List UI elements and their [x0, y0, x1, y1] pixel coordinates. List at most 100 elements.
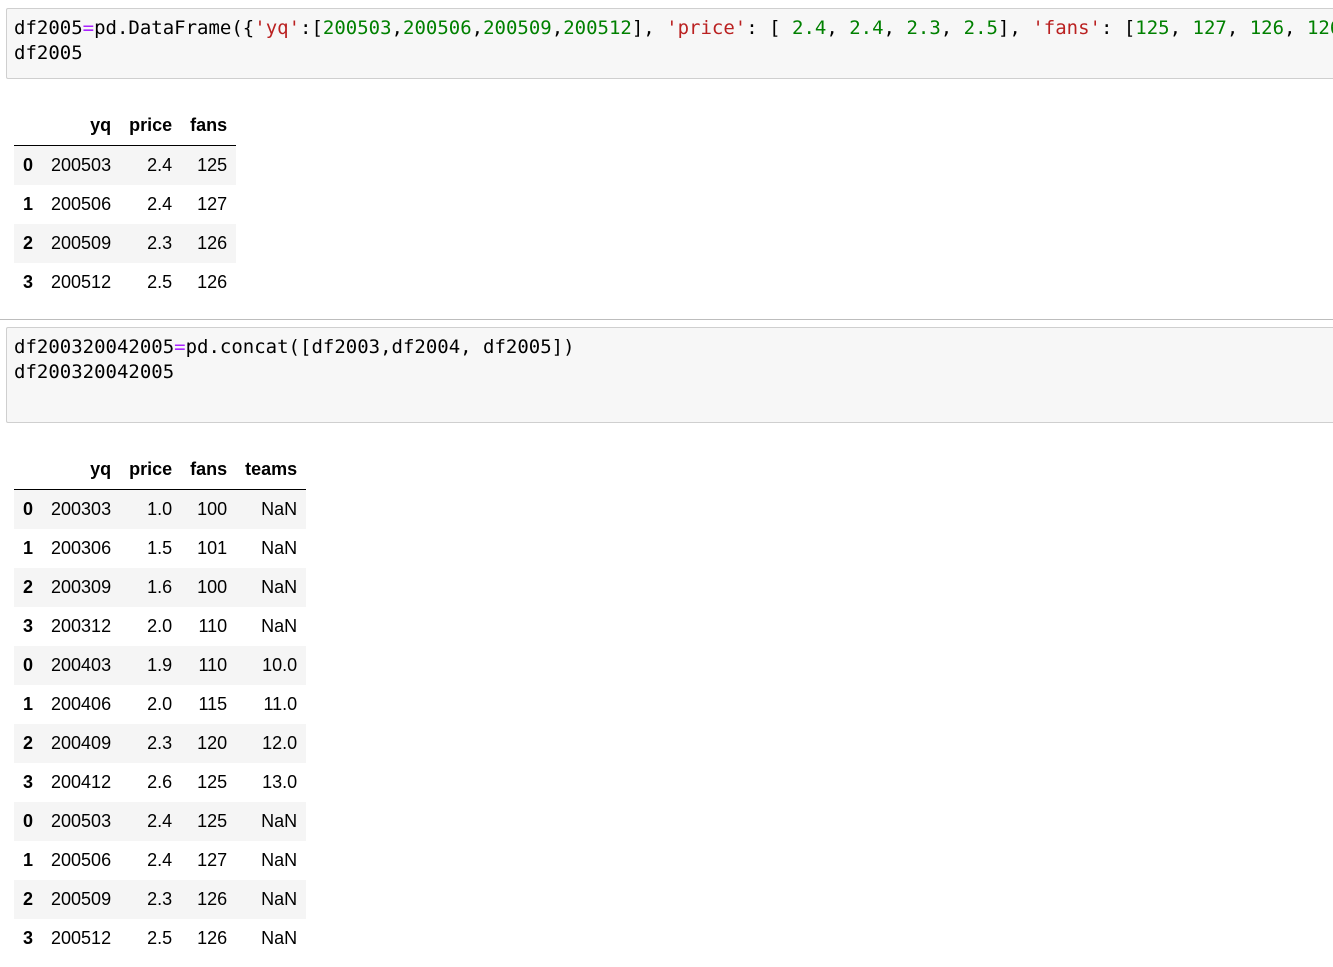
- table-cell: 200303: [51, 499, 112, 519]
- table-cell: 2.3: [147, 889, 173, 909]
- code-line: df2005=pd.DataFrame({'yq':[200503,200506…: [14, 17, 1333, 39]
- dataframe-output-concat: yq price fans teams 0 200303 1.0 100 NaN 1 200306…: [14, 450, 307, 958]
- row-index: 2: [23, 889, 34, 909]
- table-cell: NaN: [261, 889, 298, 909]
- table-cell: 1.0: [147, 499, 173, 519]
- code-token: ,: [883, 17, 907, 39]
- table-row: 1 200506 2.4 127: [14, 185, 236, 224]
- table-row: 2 200509 2.3 126 NaN: [14, 880, 307, 919]
- code-token: ],: [631, 17, 667, 39]
- table-cell: 200509: [51, 233, 112, 253]
- table-cell: 2.5: [147, 928, 173, 948]
- code-editor[interactable]: df200320042005=pd.concat([df2003,df2004,…: [7, 328, 1333, 385]
- code-token: 200503: [322, 17, 392, 39]
- code-token: =: [82, 17, 95, 39]
- table-cell: 200509: [51, 889, 112, 909]
- row-index: 3: [23, 772, 34, 792]
- code-cell-concat[interactable]: df200320042005=pd.concat([df2003,df2004,…: [6, 327, 1333, 423]
- table-cell: 2.5: [147, 272, 173, 292]
- table-row: 2 200309 1.6 100 NaN: [14, 568, 307, 607]
- code-token: ,: [1226, 17, 1250, 39]
- column-header: teams: [236, 450, 307, 490]
- table-cell: 13.0: [262, 772, 298, 792]
- table-cell: 200312: [51, 616, 112, 636]
- column-header: price: [120, 450, 182, 490]
- table-cell: 2.3: [147, 733, 173, 753]
- table-row: 1 200406 2.0 115 11.0: [14, 685, 306, 724]
- code-token: 200512: [563, 17, 632, 39]
- index-header: [14, 106, 43, 146]
- table-row: 2 200409 2.3 120 12.0: [14, 724, 307, 763]
- table-cell: 110: [198, 616, 228, 636]
- table-cell: 12.0: [262, 733, 298, 753]
- code-token: ],: [997, 17, 1033, 39]
- table-cell: 125: [197, 772, 228, 792]
- table-cell: 110: [198, 655, 228, 675]
- code-token: ,: [826, 17, 850, 39]
- table-cell: 1.9: [147, 655, 173, 675]
- table-cell: 200403: [51, 655, 112, 675]
- code-cell-df2005[interactable]: df2005=pd.DataFrame({'yq':[200503,200506…: [6, 8, 1333, 79]
- column-header: price: [120, 106, 182, 146]
- table-row: 3 200312 2.0 110 NaN: [14, 607, 306, 646]
- cell-divider: [0, 319, 1333, 320]
- table-cell: 200512: [51, 928, 112, 948]
- table-row: 0 200303 1.0 100 NaN: [14, 489, 307, 529]
- table-cell: NaN: [261, 616, 298, 636]
- table-header-row: yq price fans teams: [14, 450, 307, 490]
- code-token: pd.concat([df2003,df2004, df2005]): [185, 336, 575, 358]
- row-index: 1: [23, 694, 34, 714]
- table-cell: 115: [198, 694, 228, 714]
- row-index: 1: [23, 850, 34, 870]
- row-index: 3: [23, 616, 34, 636]
- code-token: ,: [940, 17, 964, 39]
- table-cell: 200409: [51, 733, 112, 753]
- row-index: 0: [23, 811, 34, 831]
- code-token: df200320042005: [14, 336, 175, 358]
- table-cell: 10.0: [262, 655, 298, 675]
- code-token: ,: [1284, 17, 1307, 39]
- code-token: 2.3: [906, 17, 941, 39]
- code-token: 2.5: [963, 17, 998, 39]
- code-token: : [: [746, 17, 792, 39]
- index-header: [14, 450, 43, 490]
- code-token: 2.4: [849, 17, 884, 39]
- row-index: 1: [23, 538, 34, 558]
- table-cell: 101: [197, 538, 228, 558]
- table-row: 3 200512 2.5 126: [14, 263, 236, 302]
- code-line: df200320042005: [14, 361, 174, 383]
- column-header: fans: [181, 450, 237, 490]
- table-cell: 200512: [51, 272, 112, 292]
- table-cell: 120: [197, 733, 228, 753]
- table-row: 0 200503 2.4 125 NaN: [14, 802, 307, 841]
- table-cell: 127: [197, 194, 228, 214]
- table-row: 0 200503 2.4 125: [14, 145, 237, 185]
- column-header: yq: [42, 106, 121, 146]
- table-cell: 200503: [51, 811, 112, 831]
- table-header-row: yq price fans: [14, 106, 237, 146]
- table-cell: 1.6: [147, 577, 173, 597]
- row-index: 0: [23, 155, 34, 175]
- code-token: 'yq': [254, 17, 301, 39]
- code-token: ,: [551, 17, 564, 39]
- row-index: 2: [23, 577, 34, 597]
- table-cell: 1.5: [147, 538, 173, 558]
- table-cell: 126: [197, 889, 228, 909]
- code-editor[interactable]: df2005=pd.DataFrame({'yq':[200503,200506…: [7, 9, 1333, 66]
- code-token: df2005: [14, 17, 83, 39]
- table-cell: 200506: [51, 850, 112, 870]
- table-cell: NaN: [261, 538, 298, 558]
- table-cell: 126: [197, 272, 228, 292]
- table-cell: 100: [197, 577, 228, 597]
- code-token: df200320042005: [14, 361, 175, 383]
- table-cell: 2.4: [147, 155, 173, 175]
- table-row: 2 200509 2.3 126: [14, 224, 237, 263]
- code-token: 126: [1306, 17, 1333, 39]
- table-cell: 200406: [51, 694, 112, 714]
- code-token: ,: [471, 17, 484, 39]
- row-index: 3: [23, 928, 34, 948]
- row-index: 0: [23, 655, 34, 675]
- table-cell: 125: [197, 155, 228, 175]
- column-header: yq: [42, 450, 121, 490]
- table-cell: 2.4: [147, 194, 173, 214]
